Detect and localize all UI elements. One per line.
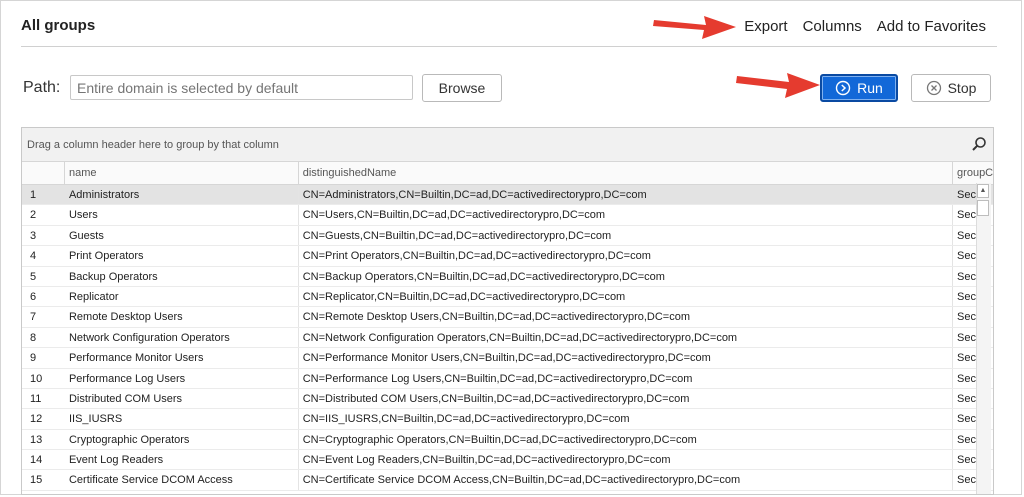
vertical-scrollbar[interactable]: ▲ xyxy=(976,183,991,494)
column-header-groupcategory[interactable]: groupCa xyxy=(953,162,993,184)
name-cell: Users xyxy=(65,205,299,225)
table-row[interactable]: 15 Certificate Service DCOM Access CN=Cert… xyxy=(22,470,993,491)
distinguished-name-cell: CN=Distributed COM Users,CN=Builtin,DC=a… xyxy=(299,388,954,409)
table-row[interactable]: 11 Distributed COM Users CN=Distributed CO… xyxy=(22,388,993,410)
scroll-up-icon[interactable]: ▲ xyxy=(977,184,989,198)
name-cell: Distributed COM Users xyxy=(65,388,299,409)
name-cell: IIS_IUSRS xyxy=(65,409,299,429)
name-cell: Backup Operators xyxy=(65,266,299,286)
columns-link[interactable]: Columns xyxy=(803,18,862,35)
distinguished-name-cell: CN=Users,CN=Builtin,DC=ad,DC=activedirec… xyxy=(299,205,954,225)
header-divider xyxy=(21,46,997,47)
name-cell: Print Operators xyxy=(65,246,299,266)
name-cell: Replicator xyxy=(65,286,299,307)
row-index-cell: 2 xyxy=(30,209,37,222)
distinguished-name-cell: CN=Cryptographic Operators,CN=Builtin,DC… xyxy=(299,429,954,450)
table-row[interactable]: 4 Print Operators CN=Print Operators,CN=Bu… xyxy=(22,246,993,267)
table-row[interactable]: 2 Users CN=Users,CN=Builtin,DC=ad,DC=activ… xyxy=(22,205,993,226)
column-header-distinguishedname[interactable]: distinguishedName xyxy=(299,162,954,184)
distinguished-name-cell: CN=Backup Operators,CN=Builtin,DC=ad,DC=… xyxy=(299,266,954,286)
distinguished-name-cell: CN=Event Log Readers,CN=Builtin,DC=ad,DC… xyxy=(299,450,954,470)
group-by-panel[interactable]: Drag a column header here to group by th… xyxy=(22,128,993,162)
name-cell: Event Log Readers xyxy=(65,450,299,470)
name-cell: Network Configuration Operators xyxy=(65,327,299,348)
name-cell: Performance Monitor Users xyxy=(65,348,299,368)
add-to-favorites-link[interactable]: Add to Favorites xyxy=(877,18,986,35)
search-icon[interactable] xyxy=(971,136,987,157)
table-row[interactable]: 7 Remote Desktop Users CN=Remote Desktop U… xyxy=(22,307,993,328)
run-button-label: Run xyxy=(857,80,883,96)
scrollbar-thumb[interactable] xyxy=(977,200,989,216)
path-input[interactable] xyxy=(70,75,413,100)
name-cell: Remote Desktop Users xyxy=(65,307,299,327)
distinguished-name-cell: CN=Replicator,CN=Builtin,DC=ad,DC=active… xyxy=(299,286,954,307)
table-row[interactable]: 1 Administrators CN=Administrators,CN=Buil… xyxy=(22,185,993,206)
table-row[interactable]: 6 Replicator CN=Replicator,CN=Builtin,DC=a… xyxy=(22,286,993,308)
row-index-cell: 14 xyxy=(30,454,43,467)
red-arrow-icon xyxy=(653,16,736,39)
group-by-hint: Drag a column header here to group by th… xyxy=(27,139,279,151)
row-index-cell: 15 xyxy=(30,474,43,487)
table-row[interactable]: 13 Cryptographic Operators CN=Cryptographi… xyxy=(22,429,993,451)
table-row[interactable]: 3 Guests CN=Guests,CN=Builtin,DC=ad,DC=act… xyxy=(22,225,993,247)
name-cell: Administrators xyxy=(65,185,299,205)
row-index-cell: 10 xyxy=(30,372,43,385)
name-cell: Guests xyxy=(65,225,299,246)
page-title: All groups xyxy=(21,17,96,34)
browse-button[interactable]: Browse xyxy=(422,74,502,102)
export-link[interactable]: Export xyxy=(744,18,787,35)
distinguished-name-cell: CN=Certificate Service DCOM Access,CN=Bu… xyxy=(299,470,954,490)
row-index-cell: 9 xyxy=(30,352,37,365)
distinguished-name-cell: CN=IIS_IUSRS,CN=Builtin,DC=ad,DC=actived… xyxy=(299,409,954,429)
row-index-cell: 3 xyxy=(30,229,37,242)
table-row[interactable]: 5 Backup Operators CN=Backup Operators,CN=… xyxy=(22,266,993,287)
column-header-name[interactable]: name xyxy=(65,162,299,184)
row-index-cell: 12 xyxy=(30,413,43,426)
name-cell: Cryptographic Operators xyxy=(65,429,299,450)
row-index-cell: 13 xyxy=(30,433,43,446)
results-grid: Drag a column header here to group by th… xyxy=(21,127,994,495)
table-row[interactable]: 14 Event Log Readers CN=Event Log Readers,… xyxy=(22,450,993,471)
red-arrow-icon xyxy=(736,73,820,98)
distinguished-name-cell: CN=Administrators,CN=Builtin,DC=ad,DC=ac… xyxy=(299,185,954,205)
grid-body: 1 Administrators CN=Administrators,CN=Buil… xyxy=(22,185,993,491)
column-header-index[interactable] xyxy=(22,162,65,184)
row-index-cell: 6 xyxy=(30,290,37,303)
path-label: Path: xyxy=(23,79,61,96)
header-actions: Export Columns Add to Favorites xyxy=(744,18,986,35)
row-index-cell: 8 xyxy=(30,331,37,344)
stop-button[interactable]: Stop xyxy=(911,74,991,102)
distinguished-name-cell: CN=Performance Log Users,CN=Builtin,DC=a… xyxy=(299,368,954,388)
table-row[interactable]: 8 Network Configuration Operators CN=Netwo… xyxy=(22,327,993,349)
row-index-cell: 4 xyxy=(30,250,37,263)
distinguished-name-cell: CN=Print Operators,CN=Builtin,DC=ad,DC=a… xyxy=(299,246,954,266)
distinguished-name-cell: CN=Guests,CN=Builtin,DC=ad,DC=activedire… xyxy=(299,225,954,246)
distinguished-name-cell: CN=Network Configuration Operators,CN=Bu… xyxy=(299,327,954,348)
distinguished-name-cell: CN=Remote Desktop Users,CN=Builtin,DC=ad… xyxy=(299,307,954,327)
browse-button-label: Browse xyxy=(438,80,486,96)
row-index-cell: 1 xyxy=(30,189,37,201)
play-circle-icon xyxy=(835,80,851,96)
run-button[interactable]: Run xyxy=(820,74,898,102)
row-index-cell: 5 xyxy=(30,270,37,283)
table-row[interactable]: 12 IIS_IUSRS CN=IIS_IUSRS,CN=Builtin,DC=ad… xyxy=(22,409,993,430)
row-index-cell: 7 xyxy=(30,311,37,324)
name-cell: Performance Log Users xyxy=(65,368,299,388)
column-header-row: name distinguishedName groupCa xyxy=(22,162,993,185)
stop-button-label: Stop xyxy=(947,80,977,96)
table-row[interactable]: 9 Performance Monitor Users CN=Performance… xyxy=(22,348,993,369)
name-cell: Certificate Service DCOM Access xyxy=(65,470,299,490)
row-index-cell: 11 xyxy=(30,392,42,405)
stop-circle-icon xyxy=(926,80,942,96)
distinguished-name-cell: CN=Performance Monitor Users,CN=Builtin,… xyxy=(299,348,954,368)
table-row[interactable]: 10 Performance Log Users CN=Performance Lo… xyxy=(22,368,993,389)
